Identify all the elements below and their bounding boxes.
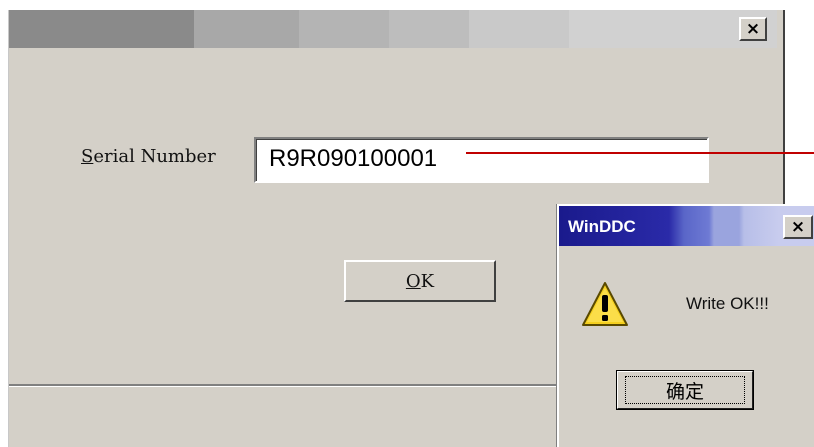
message-box-titlebar[interactable]: WinDDC (559, 206, 814, 246)
confirm-button-label: 确定 (625, 376, 745, 404)
message-box: WinDDC × Write OK!!! 确定 (557, 204, 814, 447)
confirm-button[interactable]: 确定 (616, 370, 754, 410)
dialog-titlebar[interactable] (9, 10, 777, 48)
serial-number-label: Serial Number (81, 146, 216, 167)
callout-line (466, 152, 814, 154)
close-icon: × (745, 18, 761, 39)
message-box-title: WinDDC (568, 217, 636, 236)
serial-number-field[interactable]: R9R090100001 (254, 137, 709, 183)
close-icon: × (790, 216, 806, 237)
warning-icon (582, 282, 628, 326)
message-text: Write OK!!! (686, 294, 769, 313)
message-box-close-button[interactable]: × (783, 215, 813, 239)
dialog-close-button[interactable]: × (739, 17, 767, 41)
ok-button[interactable]: OK (344, 260, 496, 302)
